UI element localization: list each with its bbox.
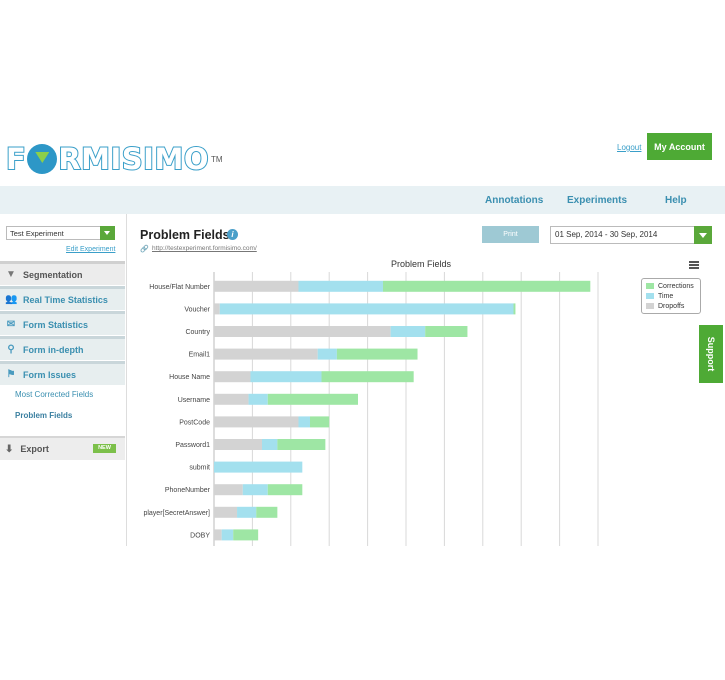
bar-dropoffs[interactable]: [214, 484, 243, 496]
bar-corrections[interactable]: [277, 439, 326, 450]
bar-time[interactable]: [214, 461, 303, 473]
sidebar-item-form-statistics[interactable]: ✉ Form Statistics: [0, 311, 125, 335]
nav-help[interactable]: Help: [665, 195, 687, 206]
funnel-icon: ▼: [6, 268, 16, 280]
sidebar-item-real-time-statistics[interactable]: 👥 Real Time Statistics: [0, 286, 125, 310]
bar-time[interactable]: [250, 371, 322, 383]
bar-corrections[interactable]: [267, 393, 358, 405]
bar-dropoffs[interactable]: [214, 506, 238, 518]
experiment-dropdown-chevron-icon[interactable]: [100, 226, 115, 240]
bar-corrections[interactable]: [233, 529, 259, 541]
bar-corrections[interactable]: [425, 326, 468, 337]
bar-corrections[interactable]: [513, 303, 516, 315]
sidebar-subitem-most-corrected-fields[interactable]: Most Corrected Fields: [15, 390, 93, 399]
category-label: submit: [189, 465, 210, 472]
bar-corrections[interactable]: [310, 416, 330, 428]
app: F RMISIMO TM Logout My Account Annotations…: [0, 128, 725, 546]
sidebar-subitem-problem-fields[interactable]: Problem Fields: [15, 411, 72, 420]
bar-time[interactable]: [219, 303, 514, 315]
bar-dropoffs[interactable]: [214, 416, 299, 428]
sidebar-item-form-in-depth[interactable]: ⚲ Form in-depth: [0, 336, 125, 360]
bar-corrections[interactable]: [256, 506, 278, 518]
bar-dropoffs[interactable]: [214, 326, 391, 337]
legend-swatch: [646, 283, 654, 289]
category-label: Country: [185, 329, 210, 336]
bar-time[interactable]: [248, 393, 268, 405]
bar-dropoffs[interactable]: [214, 280, 299, 292]
legend-item[interactable]: Time: [646, 291, 700, 301]
bar-time[interactable]: [298, 416, 310, 428]
my-account-button[interactable]: My Account: [647, 133, 712, 160]
bar-time[interactable]: [298, 280, 383, 292]
sidebar-item-form-issues[interactable]: ⚑ Form Issues: [0, 361, 125, 385]
bar-dropoffs[interactable]: [214, 303, 220, 315]
chart-legend: Corrections Time Dropoffs: [641, 278, 701, 314]
legend-swatch: [646, 293, 654, 299]
legend-label: Time: [658, 292, 674, 300]
users-icon: 👥: [5, 293, 18, 305]
bar-time[interactable]: [221, 529, 234, 541]
experiment-select[interactable]: Test Experiment: [6, 226, 114, 240]
bar-time[interactable]: [317, 348, 337, 360]
bar-dropoffs[interactable]: [214, 439, 262, 450]
category-label: Username: [178, 397, 210, 404]
bar-time[interactable]: [262, 439, 278, 450]
download-icon: ⬇: [5, 443, 14, 455]
magnify-icon: ⚲: [7, 343, 15, 355]
legend-item[interactable]: Dropoffs: [646, 301, 700, 311]
logo-text: F: [5, 141, 27, 177]
logo-o-icon: [27, 144, 58, 174]
nav-experiments[interactable]: Experiments: [567, 195, 627, 206]
edit-experiment-link[interactable]: Edit Experiment: [66, 246, 115, 253]
bar-corrections[interactable]: [267, 484, 303, 496]
category-label: DOBY: [190, 532, 210, 539]
new-badge: NEW: [93, 444, 116, 453]
legend-item[interactable]: Corrections: [646, 281, 700, 291]
category-label: Voucher: [184, 306, 210, 313]
main-nav: Annotations Experiments Help: [0, 186, 725, 214]
export-button[interactable]: ⬇ Export NEW: [0, 436, 125, 460]
bar-time[interactable]: [390, 326, 426, 337]
bar-dropoffs[interactable]: [214, 529, 222, 541]
legend-label: Corrections: [658, 282, 694, 290]
sidebar-item-label: Segmentation: [23, 269, 83, 280]
support-tab[interactable]: Support: [697, 323, 725, 385]
bar-corrections[interactable]: [321, 371, 414, 383]
category-label: House Name: [169, 374, 210, 381]
sidebar-item-label: Form Issues: [23, 369, 77, 380]
sidebar-item-label: Real Time Statistics: [23, 294, 108, 305]
sidebar-item-label: Form in-depth: [23, 344, 84, 355]
bar-dropoffs[interactable]: [214, 348, 318, 360]
sidebar-item-label: Form Statistics: [23, 319, 89, 330]
bar-dropoffs[interactable]: [214, 393, 249, 405]
flag-icon: ⚑: [6, 368, 16, 380]
bar-corrections[interactable]: [382, 280, 591, 292]
legend-swatch: [646, 303, 654, 309]
legend-label: Dropoffs: [658, 302, 685, 310]
category-label: PostCode: [179, 419, 210, 426]
main-content: Problem Fields i 🔗 http://testexperiment…: [127, 214, 725, 546]
problem-fields-chart: House/Flat Number Voucher Country Email1 Hou…: [143, 272, 599, 546]
bar-time[interactable]: [237, 506, 257, 518]
category-label: Email1: [189, 352, 211, 359]
sidebar-item-segmentation[interactable]: ▼ Segmentation: [0, 261, 125, 285]
category-label: Password1: [175, 442, 210, 449]
export-label: Export: [20, 444, 49, 454]
sidebar: Test Experiment Edit Experiment ▼ Segmen…: [0, 214, 127, 546]
nav-annotations[interactable]: Annotations: [485, 195, 543, 206]
category-label: player[SecretAnswer]: [143, 510, 210, 517]
bar-time[interactable]: [242, 484, 268, 496]
top-bar: F RMISIMO TM Logout My Account: [0, 128, 725, 186]
bar-corrections[interactable]: [336, 348, 418, 360]
trademark: TM: [210, 154, 223, 164]
formisimo-logo[interactable]: F RMISIMO TM: [5, 141, 223, 177]
category-label: PhoneNumber: [165, 487, 211, 494]
support-label: Support: [706, 336, 716, 372]
bar-dropoffs[interactable]: [214, 371, 251, 383]
category-label: House/Flat Number: [149, 284, 210, 291]
logout-link[interactable]: Logout: [617, 143, 641, 152]
logo-text-rest: RMISIMO: [57, 141, 209, 177]
envelope-icon: ✉: [6, 318, 16, 330]
